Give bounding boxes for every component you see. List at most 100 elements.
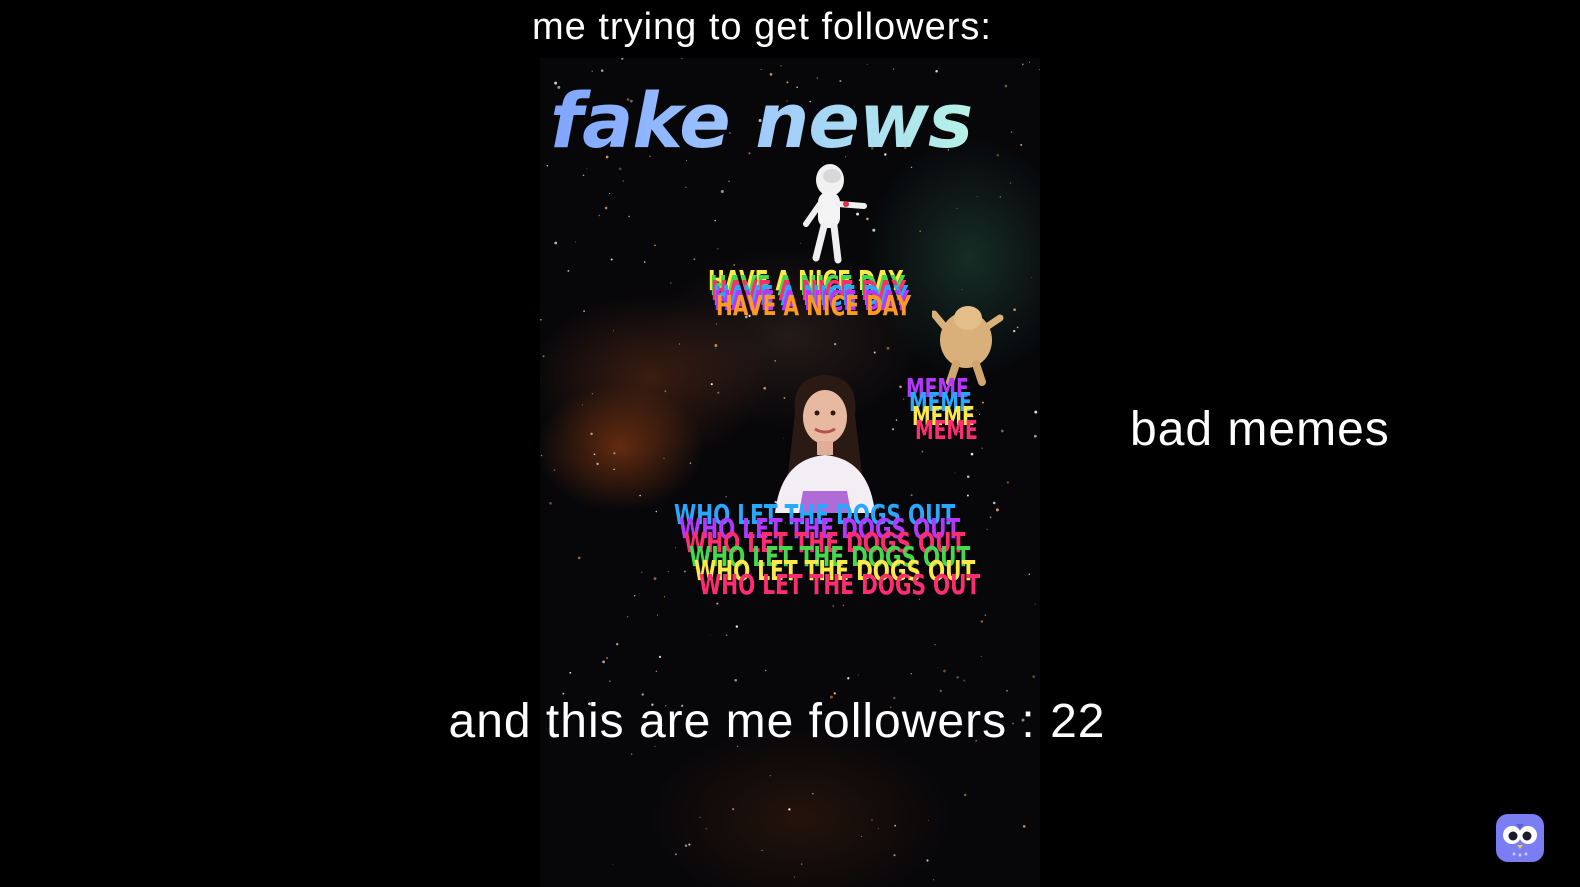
star [1028,61,1031,63]
star [861,836,863,837]
star [622,180,624,182]
star [910,673,912,675]
star [567,269,570,272]
star [1009,182,1012,184]
star [788,808,791,811]
star [582,174,585,177]
star [934,644,936,646]
star [626,616,629,618]
star [933,879,935,881]
star [886,346,890,350]
who-let-the-dogs-out-text: WHO LET THE DOGS OUT WHO LET THE DOGS OUT… [674,498,1040,608]
star [899,385,902,389]
star [693,258,696,261]
star [877,827,879,830]
star [996,154,999,157]
star [980,655,982,657]
star [604,206,608,210]
star [656,614,659,616]
star [641,571,643,573]
star [764,669,767,672]
star [581,404,583,406]
star [605,657,609,660]
star [893,854,896,857]
star [919,230,921,232]
star [709,634,711,636]
star [613,468,615,470]
star [675,853,677,856]
star [1020,143,1023,146]
star [591,393,594,395]
star [655,670,658,673]
star [681,58,683,59]
rainbow-text-layer: MEME [915,416,978,446]
owl-icon[interactable] [1496,814,1544,862]
star [966,475,970,478]
star [866,63,868,65]
star [1013,329,1016,333]
star [1016,326,1019,329]
star [873,351,876,354]
star [610,258,613,261]
rainbow-text-layer: HAVE A NICE DAY [715,289,911,322]
star [586,168,588,170]
star [540,319,542,321]
star [910,166,913,168]
star [714,219,716,222]
star [902,398,905,400]
star [583,310,585,312]
video-frame: fake news HAVE A NICE DAY HAVE A NICE DAY… [540,58,1040,887]
star [769,775,771,777]
star [956,676,959,679]
star [684,844,688,847]
star [575,241,577,243]
star [590,432,593,436]
star [591,70,593,72]
star [1004,84,1008,88]
star [1038,69,1040,71]
star [735,625,739,628]
star [540,454,543,457]
star [664,390,667,393]
star [699,816,701,818]
star [999,196,1001,198]
star [956,207,958,209]
star [685,186,687,188]
star [966,494,969,497]
star [714,344,718,347]
star [857,674,859,676]
star [1022,825,1026,828]
star [794,876,796,878]
star [939,689,943,693]
caption-bottom: and this are me followers : 22 [448,695,1106,748]
star [976,196,978,198]
star [943,669,946,673]
star [1034,410,1038,414]
star [546,165,549,167]
star [609,680,611,682]
star [653,577,657,580]
star [926,859,929,862]
star [717,248,719,250]
star [734,679,737,682]
star [630,753,633,755]
star [598,214,601,217]
star [639,494,641,497]
star [663,457,665,459]
star [892,68,895,70]
star [774,360,777,362]
star [847,677,850,680]
star [613,452,616,455]
star [663,596,666,598]
star [715,347,717,349]
star [577,556,581,560]
caption-right: bad memes [1130,403,1390,456]
star [725,634,728,637]
caption-top: me trying to get followers: [532,6,992,48]
star [1013,308,1016,312]
meme-text: MEME MEME MEME MEME [906,374,1016,464]
star [569,671,572,674]
star [961,289,963,290]
star [689,462,692,464]
star [654,244,656,247]
